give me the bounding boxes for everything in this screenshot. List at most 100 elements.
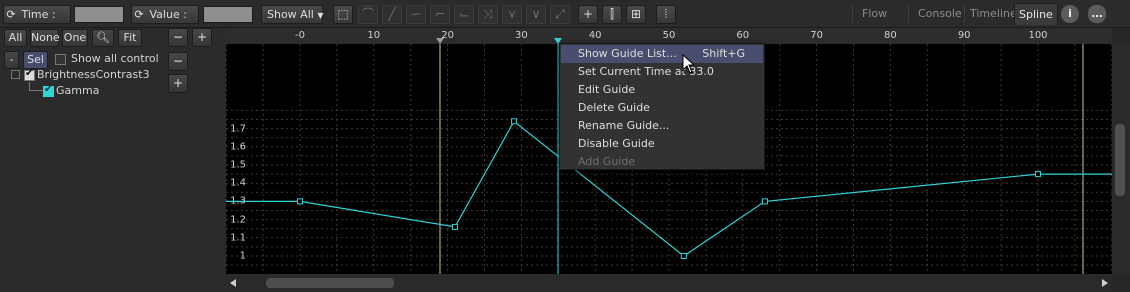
menu-item-label: Disable Guide [578,137,655,150]
brightness-contrast-checkbox[interactable] [24,68,35,81]
ruler-tick-label: 60 [736,30,750,41]
ruler-tick-label: 40 [588,30,602,41]
fit-button[interactable]: Fit [118,29,142,47]
time-label: Time : [21,8,56,21]
sel-button[interactable]: Sel [23,51,48,69]
zoom-out-y-button[interactable]: − [168,52,188,71]
time-stretch-icon[interactable]: ∨ [526,5,546,24]
ruler-tick-label: 10 [367,30,381,41]
vertical-scroll-thumb[interactable] [1115,124,1125,196]
expand-toggle[interactable] [11,70,20,79]
zoom-in-y-button[interactable]: + [168,74,188,93]
select-points-icon[interactable]: ⬚ [333,5,353,24]
scroll-left-icon[interactable] [230,279,236,287]
ruler-tick-label: 80 [884,30,897,41]
menu-item-edit-guide[interactable]: Edit Guide [560,81,764,99]
tab-timeline[interactable]: Timeline [966,3,1021,25]
zoom-out-x-button[interactable]: − [168,28,188,47]
linear-icon[interactable]: ╱ [382,5,402,24]
select-one-button[interactable]: One [62,29,88,47]
refresh-icon: ⟳ [6,8,16,21]
menu-item-show-guide-list[interactable]: Show Guide List... Shift+G [561,45,763,63]
value-label: Value : [149,8,187,21]
tree-item-gamma[interactable]: Gamma [56,84,99,97]
menu-item-disable-guide[interactable]: Disable Guide [560,135,764,153]
ruler-tick-label: 50 [662,30,676,41]
time-button[interactable]: ⟳ Time : [3,5,71,24]
tree-connector [29,90,43,91]
menu-item-set-current-time-at-33-0[interactable]: Set Current Time at 33.0 [560,63,764,81]
step-in-icon[interactable]: ⌐ [430,5,450,24]
tab-spline[interactable]: Spline [1014,3,1058,25]
ruler-tick-label: 90 [957,30,971,41]
guide-context-menu: Show Guide List... Shift+G Set Current Tim… [559,43,765,170]
y-tick-label: 1.2 [230,214,246,226]
add-icon[interactable]: + [578,5,598,24]
search-button[interactable]: 🔍︎ [92,29,114,47]
info-icon[interactable]: i [1061,5,1079,23]
show-all-control-checkbox[interactable] [55,54,66,65]
gamma-checkbox[interactable] [43,84,54,97]
value-field[interactable] [203,6,253,23]
menu-item-label: Delete Guide [578,101,650,114]
tab-separator [964,5,965,23]
tab-flow[interactable]: Flow [858,3,891,25]
zoom-out-icon: − [172,30,184,44]
time-field[interactable] [74,6,124,23]
show-all-dropdown[interactable]: Show All ▼ [261,5,323,24]
smooth-icon[interactable]: ⌒ [358,5,378,24]
zoom-in-icon: + [196,30,208,44]
show-all-label: Show All [267,8,314,21]
value-axis: 1.7 1.6 1.5 1.4 1.3 1.2 1.1 1 [226,44,250,274]
zoom-out-icon: − [172,54,184,68]
collapse-button[interactable]: - [4,51,19,69]
select-all-button[interactable]: All [4,29,27,47]
keyframe-point[interactable] [680,253,687,259]
zoom-in-icon: + [172,76,184,90]
reverse-icon[interactable]: ⤨ [478,5,498,24]
keyframe-point[interactable] [451,223,458,230]
y-tick-label: 1.6 [230,141,246,153]
tree-item-brightness-contrast[interactable]: BrightnessContrast3 [37,68,150,81]
menu-item-add-guide: Add Guide [560,153,764,171]
scroll-right-icon[interactable] [1102,279,1108,287]
menu-item-shortcut: Shift+G [702,47,745,60]
zoom-fit-icon[interactable]: ⊞ [626,5,646,24]
keyframe-point[interactable] [511,118,518,125]
guides-icon[interactable]: ⦙ [656,5,676,24]
search-icon: 🔍︎ [96,31,110,44]
horizontal-scrollbar[interactable] [226,274,1112,292]
time-ruler[interactable]: -0 10 20 30 40 50 60 70 80 90 100 [226,28,1112,44]
keyframe-point[interactable] [297,198,303,205]
select-none-button[interactable]: None [30,29,60,47]
step-out-icon[interactable]: ⌙ [454,5,474,24]
tab-console[interactable]: Console [914,3,966,25]
filter-icon[interactable]: ⋎ [502,5,522,24]
shape-box-icon[interactable]: ⤢ [550,5,570,24]
y-tick-label: 1.1 [230,232,246,244]
keyframe-point[interactable] [761,198,768,205]
invert-icon[interactable]: ∽ [406,5,426,24]
value-button[interactable]: ⟳ Value : [131,5,199,24]
comment-icon[interactable]: … [1088,5,1106,23]
menu-item-label: Add Guide [578,155,636,168]
vertical-scrollbar[interactable] [1112,44,1130,274]
menu-item-rename-guide[interactable]: Rename Guide... [560,117,764,135]
chevron-down-icon: ▼ [317,11,324,20]
refresh-icon: ⟳ [134,8,144,21]
y-tick-label: 1 [239,250,246,262]
ruler-tick-label: 70 [810,30,823,41]
menu-item-delete-guide[interactable]: Delete Guide [560,99,764,117]
menu-item-label: Edit Guide [578,83,636,96]
mouse-cursor-icon [682,54,696,74]
horizontal-scroll-thumb[interactable] [266,278,394,288]
menu-item-label: Show Guide List... [578,47,677,60]
zoom-in-x-button[interactable]: + [192,28,212,47]
menu-item-label: Rename Guide... [578,119,670,132]
snap-icon[interactable]: ⫿ [602,5,622,24]
keyframe-point[interactable] [1035,171,1041,178]
zoom-controls: − + − + [160,28,226,292]
y-tick-label: 1.7 [230,123,246,135]
y-tick-label: 1.4 [230,177,246,189]
toolbar: ⟳ Time : ⟳ Value : Show All ▼ ⬚ ⌒ ╱ ∽ ⌐ … [0,0,1130,28]
